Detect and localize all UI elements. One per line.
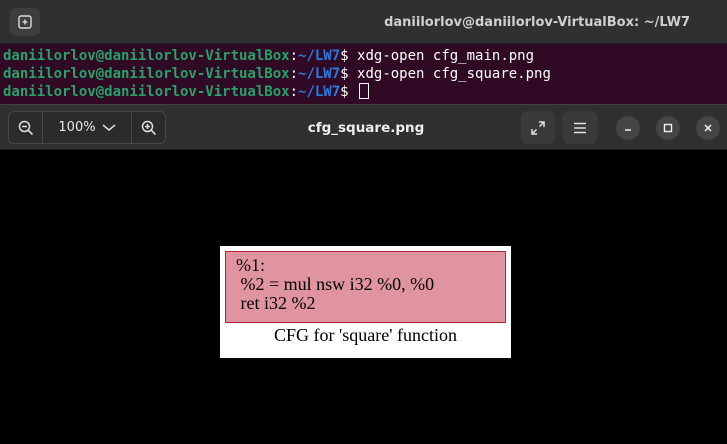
terminal-command: xdg-open cfg_main.png [348,48,535,64]
cfg-caption: CFG for 'square' function [274,325,457,345]
minimize-icon [625,129,631,131]
cfg-basic-block: %1: %2 = mul nsw i32 %0, %0 ret i32 %2 [225,251,506,323]
prompt-separator: : [289,48,299,64]
hamburger-menu-icon [574,122,586,133]
zoom-in-button[interactable] [131,112,165,143]
terminal-header-bar: daniilorlov@daniilorlov-VirtualBox: ~/LW… [0,0,727,44]
cfg-node-line: %1: [236,255,265,275]
fullscreen-button[interactable] [521,111,555,144]
zoom-controls: 100% [8,111,166,144]
prompt-path: ~/LW7 [298,48,341,64]
image-viewer-window: 100% cfg_square.png %1: %2 = mul nsw i32… [0,104,727,444]
close-button[interactable] [696,116,720,140]
prompt-user: daniilorlov@daniilorlov-VirtualBox [3,48,290,64]
prompt-symbol: $ [340,66,349,82]
maximize-button[interactable] [656,116,680,140]
cfg-node-line: ret i32 %2 [236,293,316,313]
terminal-window: daniilorlov@daniilorlov-VirtualBox: ~/LW… [0,0,727,104]
terminal-title: daniilorlov@daniilorlov-VirtualBox: ~/LW… [384,14,690,30]
chevron-down-icon [102,123,116,131]
prompt-path: ~/LW7 [298,84,341,100]
viewer-header-bar: 100% cfg_square.png [0,104,727,150]
prompt-separator: : [289,84,299,100]
terminal-output[interactable]: daniilorlov@daniilorlov-VirtualBox:~/LW7… [3,47,727,101]
cfg-node-line: %2 = mul nsw i32 %0, %0 [236,274,435,294]
fullscreen-icon [531,120,545,135]
maximize-icon [663,123,673,133]
displayed-image: %1: %2 = mul nsw i32 %0, %0 ret i32 %2 C… [220,246,511,358]
zoom-out-button[interactable] [9,112,43,143]
viewer-title: cfg_square.png [307,120,425,136]
zoom-level-value: 100% [58,120,96,135]
zoom-in-icon [141,120,156,135]
terminal-line: daniilorlov@daniilorlov-VirtualBox:~/LW7… [3,65,727,83]
prompt-path: ~/LW7 [298,66,341,82]
main-menu-button[interactable] [563,111,597,144]
close-icon [704,124,712,132]
prompt-user: daniilorlov@daniilorlov-VirtualBox [3,84,290,100]
zoom-out-icon [18,120,33,135]
terminal-command: xdg-open cfg_square.png [348,66,551,82]
zoom-level-dropdown[interactable]: 100% [43,112,131,143]
terminal-line: daniilorlov@daniilorlov-VirtualBox:~/LW7… [3,83,727,101]
terminal-cursor [359,83,370,99]
prompt-symbol: $ [340,48,349,64]
prompt-user: daniilorlov@daniilorlov-VirtualBox [3,66,290,82]
prompt-symbol: $ [340,84,349,100]
terminal-line: daniilorlov@daniilorlov-VirtualBox:~/LW7… [3,47,727,65]
prompt-separator: : [289,66,299,82]
minimize-button[interactable] [616,116,640,140]
terminal-command [349,84,357,100]
